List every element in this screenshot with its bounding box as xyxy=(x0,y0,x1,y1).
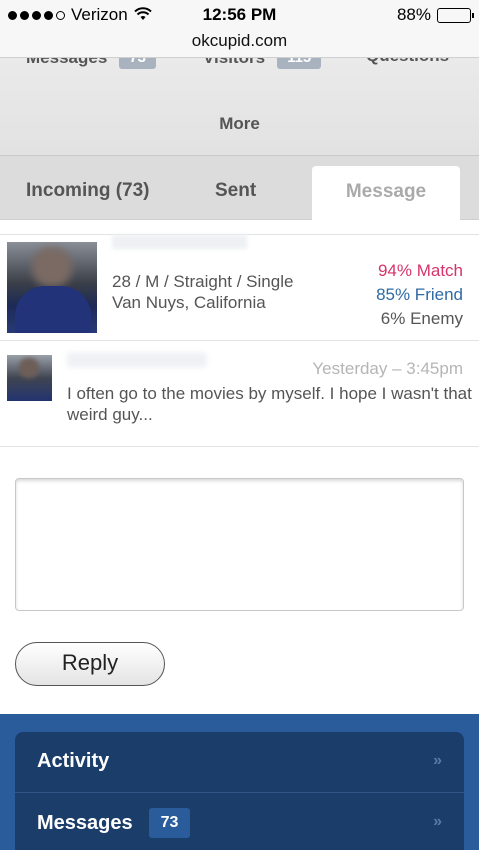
message-body: I often go to the movies by myself. I ho… xyxy=(67,384,472,424)
messages-label: Messages xyxy=(37,811,133,834)
message-tabs: Incoming (73) Sent Message xyxy=(0,156,479,220)
chevron-right-icon: » xyxy=(433,752,442,769)
bottom-nav: Activity » Messages 73 » xyxy=(0,714,479,850)
profile-details: 28 / M / Straight / Single Van Nuys, Cal… xyxy=(112,271,293,313)
nav-messages-count: 73 xyxy=(119,58,156,69)
nav-questions[interactable]: Questions xyxy=(366,58,449,66)
nav-visitors-count: 115 xyxy=(277,58,322,69)
tab-sent[interactable]: Sent xyxy=(215,180,256,202)
profile-basics: 28 / M / Straight / Single xyxy=(112,272,294,291)
profile-location: Van Nuys, California xyxy=(112,293,266,312)
messages-count-badge: 73 xyxy=(148,808,191,838)
nav-questions-label: Questions xyxy=(366,58,449,66)
nav-messages[interactable]: Messages 73 xyxy=(26,58,156,69)
avatar[interactable] xyxy=(7,242,97,333)
message-timestamp: Yesterday – 3:45pm xyxy=(312,359,463,378)
sender-avatar[interactable] xyxy=(7,355,52,401)
tab-message[interactable]: Message xyxy=(312,166,460,220)
nav-visitors-label: Visitors xyxy=(203,58,265,68)
battery-indicator: 88% xyxy=(396,5,474,25)
compatibility-stats: 94% Match 85% Friend 6% Enemy xyxy=(376,259,463,331)
status-bar: Verizon 12:56 PM 88% xyxy=(0,0,479,30)
reply-textarea[interactable] xyxy=(15,478,464,611)
bottom-nav-messages[interactable]: Messages 73 » xyxy=(15,793,464,850)
username-redacted xyxy=(112,235,247,249)
battery-icon xyxy=(437,7,474,23)
reply-button[interactable]: Reply xyxy=(15,642,165,686)
bottom-nav-activity[interactable]: Activity » xyxy=(15,732,464,793)
nav-messages-label: Messages xyxy=(26,58,107,68)
enemy-percent: 6% Enemy xyxy=(380,309,463,328)
nav-visitors[interactable]: Visitors 115 xyxy=(203,58,322,69)
sender-name-redacted xyxy=(67,353,207,367)
url-bar[interactable]: okcupid.com xyxy=(0,30,479,58)
profile-summary[interactable]: 28 / M / Straight / Single Van Nuys, Cal… xyxy=(0,234,479,341)
activity-label: Activity xyxy=(37,750,110,772)
chevron-right-icon: » xyxy=(433,813,442,830)
message-item: Yesterday – 3:45pm I often go to the mov… xyxy=(0,341,479,447)
battery-percent: 88% xyxy=(396,5,431,24)
tab-incoming[interactable]: Incoming (73) xyxy=(26,180,150,202)
bottom-nav-panel: Activity » Messages 73 » xyxy=(15,732,464,850)
more-button[interactable]: More xyxy=(0,114,479,134)
top-nav: Messages 73 Visitors 115 Questions More xyxy=(0,58,479,156)
match-percent: 94% Match xyxy=(377,261,463,280)
friend-percent: 85% Friend xyxy=(376,285,463,304)
